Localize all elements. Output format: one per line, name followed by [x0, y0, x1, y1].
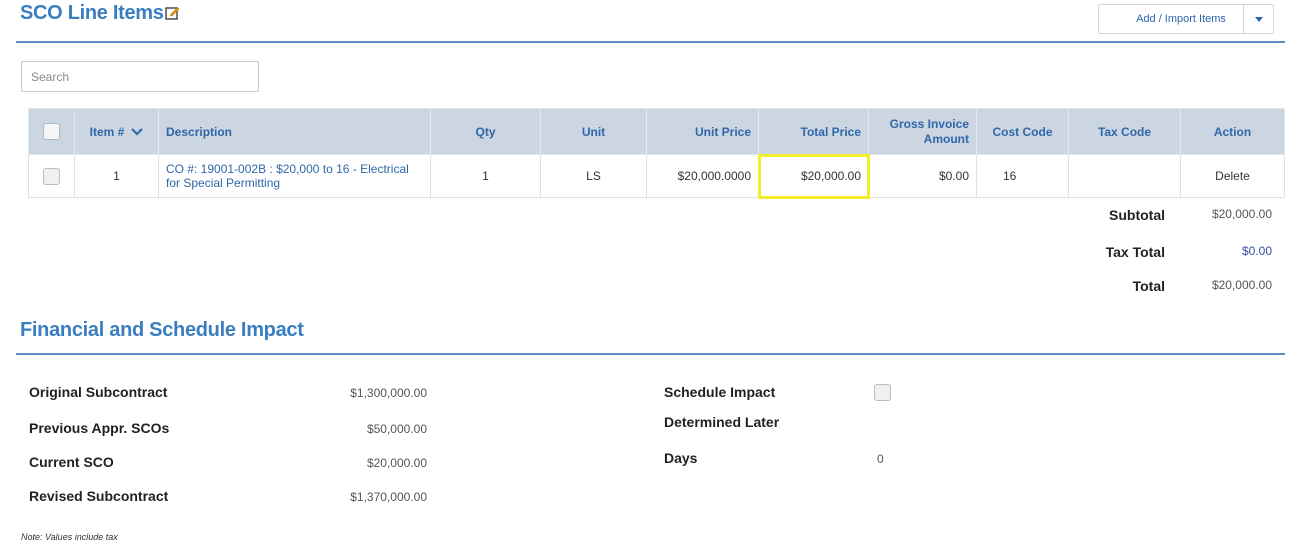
col-cost-code[interactable]: Cost Code: [976, 108, 1069, 155]
row-qty[interactable]: 1: [430, 154, 541, 198]
total-row: Total $20,000.00: [1060, 278, 1272, 294]
col-qty[interactable]: Qty: [430, 108, 541, 155]
original-subcontract-label: Original Subcontract: [29, 384, 168, 400]
total-value: $20,000.00: [1211, 278, 1272, 292]
row-total-price[interactable]: $20,000.00: [757, 153, 870, 199]
current-sco-value: $20,000.00: [366, 456, 427, 470]
col-action: Action: [1180, 108, 1285, 155]
current-sco-label: Current SCO: [29, 454, 114, 470]
schedule-impact-checkbox[interactable]: [874, 384, 891, 401]
row-cost-code[interactable]: 16: [976, 154, 1069, 198]
col-gross-line1: Gross Invoice: [889, 116, 969, 131]
select-all-cell: [28, 108, 75, 155]
add-import-items-label: Add / Import Items: [1136, 13, 1226, 25]
determined-later-label: Determined Later: [664, 414, 780, 430]
total-label: Total: [1132, 278, 1165, 294]
revised-subcontract-value: $1,370,000.00: [350, 490, 427, 504]
tax-total-label: Tax Total: [1105, 244, 1165, 260]
row-description-link[interactable]: CO #: 19001-002B : $20,000 to 16 - Elect…: [166, 162, 423, 190]
select-all-checkbox[interactable]: [43, 123, 60, 140]
delete-link[interactable]: Delete: [1180, 154, 1285, 198]
page-title-text: SCO Line Items: [20, 2, 164, 24]
subtotal-label: Subtotal: [1109, 207, 1165, 223]
row-gross-invoice-amount[interactable]: $0.00: [868, 154, 977, 198]
row-item-number[interactable]: 1: [74, 154, 159, 198]
add-import-items-button[interactable]: Add / Import Items: [1099, 5, 1243, 33]
col-item-number[interactable]: Item #: [74, 108, 159, 155]
search-input[interactable]: [21, 61, 259, 92]
col-total-price[interactable]: Total Price: [758, 108, 869, 155]
col-item-label: Item #: [89, 124, 125, 139]
days-value: 0: [877, 452, 884, 466]
caret-down-icon: [1254, 16, 1263, 22]
col-gross-line2: Amount: [923, 131, 969, 146]
col-description[interactable]: Description: [158, 108, 431, 155]
page-title: SCO Line Items: [20, 2, 180, 26]
chevron-down-icon: [131, 127, 144, 136]
subtotal-value: $20,000.00: [1211, 207, 1272, 221]
tax-note: Note: Values include tax: [21, 532, 118, 542]
table-row: 1 CO #: 19001-002B : $20,000 to 16 - Ele…: [28, 153, 1285, 199]
col-unit[interactable]: Unit: [540, 108, 647, 155]
col-gross-invoice-amount[interactable]: Gross Invoice Amount: [868, 108, 977, 155]
line-items-table: Item # Description Qty Unit Unit Price T…: [28, 108, 1285, 199]
row-description-cell: CO #: 19001-002B : $20,000 to 16 - Elect…: [158, 154, 431, 198]
title-divider: [16, 41, 1285, 43]
revised-subcontract-label: Revised Subcontract: [29, 488, 169, 504]
col-unit-price[interactable]: Unit Price: [646, 108, 759, 155]
original-subcontract-value: $1,300,000.00: [350, 386, 427, 400]
impact-divider: [16, 353, 1285, 355]
col-tax-code[interactable]: Tax Code: [1068, 108, 1181, 155]
schedule-impact-label: Schedule Impact: [664, 384, 776, 400]
row-unit[interactable]: LS: [540, 154, 647, 198]
tax-total-value: $0.00: [1241, 244, 1272, 258]
add-import-dropdown-button[interactable]: [1243, 5, 1273, 33]
tax-total-row: Tax Total $0.00: [1060, 244, 1272, 260]
table-header-row: Item # Description Qty Unit Unit Price T…: [28, 108, 1285, 155]
row-checkbox[interactable]: [43, 167, 60, 185]
subtotal-row: Subtotal $20,000.00: [1060, 207, 1272, 223]
row-unit-price[interactable]: $20,000.0000: [646, 154, 759, 198]
previous-appr-scos-label: Previous Appr. SCOs: [29, 420, 170, 436]
row-tax-code[interactable]: [1068, 154, 1181, 198]
impact-title: Financial and Schedule Impact: [20, 319, 304, 341]
row-select-cell: [28, 154, 75, 198]
add-import-split-button: Add / Import Items: [1098, 4, 1274, 34]
days-label: Days: [664, 450, 698, 466]
edit-icon[interactable]: [164, 3, 180, 26]
previous-appr-scos-value: $50,000.00: [366, 422, 427, 436]
